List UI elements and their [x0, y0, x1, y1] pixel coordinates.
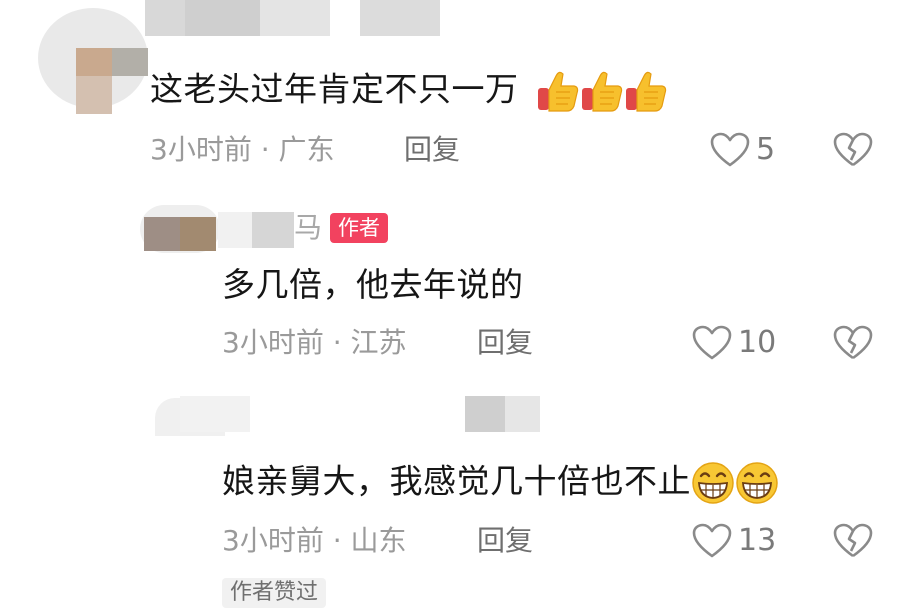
reply-button[interactable]: 回复 — [477, 524, 533, 558]
heart-icon — [710, 132, 750, 167]
location: · 江苏 — [332, 326, 407, 359]
comment-text: 这老头过年肯定不只一万 — [150, 68, 668, 114]
broken-heart-icon — [833, 523, 873, 558]
grinning-face-icon — [692, 462, 734, 504]
like-count: 13 — [738, 523, 777, 558]
comment-text: 娘亲舅大，我感觉几十倍也不止 — [222, 461, 779, 505]
heart-icon — [692, 523, 732, 558]
comment-meta: 3小时前 · 山东 — [222, 524, 407, 558]
location: · 广东 — [260, 133, 335, 166]
comment-body: 娘亲舅大，我感觉几十倍也不止 — [222, 461, 691, 501]
dislike-button[interactable] — [833, 325, 873, 365]
location: · 山东 — [332, 524, 407, 557]
like-button[interactable]: 13 — [692, 523, 776, 559]
comment-meta: 3小时前 · 江苏 — [222, 326, 407, 360]
grinning-emoji-row — [691, 462, 779, 504]
author-liked-tag: 作者赞过 — [222, 578, 327, 608]
username-redacted[interactable] — [145, 0, 445, 42]
username-fragment: 马 — [294, 211, 323, 244]
username-redacted[interactable] — [180, 396, 560, 436]
broken-heart-icon — [833, 132, 873, 167]
thumbs-up-icon — [625, 71, 666, 112]
username-redacted[interactable]: 马 — [218, 208, 328, 248]
broken-heart-icon — [833, 325, 873, 360]
timestamp: 3小时前 — [150, 133, 252, 166]
timestamp: 3小时前 — [222, 524, 324, 557]
reply-button[interactable]: 回复 — [477, 326, 533, 360]
thumbs-up-emoji-row — [536, 70, 668, 112]
like-button[interactable]: 5 — [710, 132, 775, 168]
reply-button[interactable]: 回复 — [404, 133, 460, 167]
like-count: 10 — [738, 325, 777, 360]
dislike-button[interactable] — [833, 523, 873, 563]
avatar[interactable] — [38, 8, 148, 114]
comment-body: 多几倍，他去年说的 — [222, 265, 524, 304]
like-count: 5 — [756, 132, 776, 167]
grinning-face-icon — [736, 462, 778, 504]
comment-meta: 3小时前 · 广东 — [150, 133, 335, 167]
thumbs-up-icon — [537, 71, 578, 112]
comment-body: 这老头过年肯定不只一万 — [150, 69, 519, 109]
heart-icon — [692, 325, 732, 360]
timestamp: 3小时前 — [222, 326, 324, 359]
dislike-button[interactable] — [833, 132, 873, 172]
like-button[interactable]: 10 — [692, 325, 776, 361]
author-badge: 作者 — [330, 213, 388, 243]
avatar[interactable] — [140, 205, 220, 253]
thumbs-up-icon — [581, 71, 622, 112]
